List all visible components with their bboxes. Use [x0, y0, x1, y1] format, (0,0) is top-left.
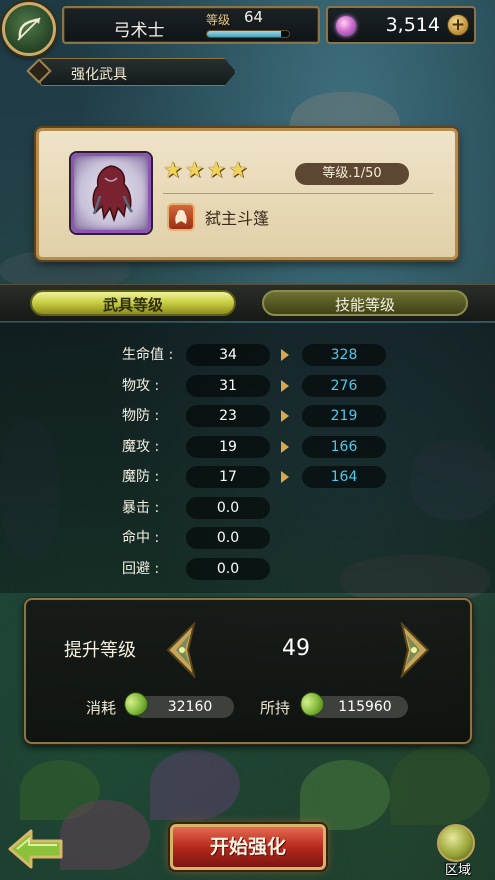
stat-current-value: 0.0: [186, 557, 270, 580]
stat-current-value: 19: [186, 435, 270, 458]
arrow-right-icon: [281, 471, 289, 483]
rarity-stars: ★ ★ ★ ★: [163, 159, 248, 183]
stats-panel: 生命值 : 34 328 物攻 : 31 276 物防 : 23 219 魔攻 : 19 166 魔防 …: [0, 323, 495, 593]
weapon-card: ★ ★ ★ ★ 等级.1/50 弑主斗篷: [36, 128, 458, 260]
chevron-left-icon: [166, 622, 196, 678]
background-leaf: [60, 800, 150, 870]
class-emblem[interactable]: [2, 2, 56, 56]
section-title-tab: 强化武具: [40, 58, 236, 86]
class-name: 弓术士: [113, 21, 165, 41]
stat-label: 物攻 :: [122, 377, 160, 394]
card-divider: [163, 193, 433, 194]
level-value: 64: [244, 8, 264, 26]
region-button[interactable]: 区域: [428, 820, 486, 878]
background-leaf: [300, 760, 390, 830]
stat-row: 命中 : 0.0: [0, 522, 495, 552]
stat-next-value: 219: [302, 405, 386, 427]
back-button[interactable]: [6, 828, 66, 870]
tab-weapon-level[interactable]: 武具等级: [30, 290, 236, 316]
arrow-right-icon: [281, 440, 289, 453]
background-leaf: [390, 745, 490, 825]
star-icon: ★: [206, 158, 227, 183]
stat-row: 魔攻 : 19 166: [0, 431, 495, 461]
star-icon: ★: [184, 158, 205, 183]
target-level-value: 49: [282, 636, 310, 661]
stat-next-value: 328: [302, 344, 386, 366]
armor-icon: [175, 210, 187, 224]
stat-label: 回避 :: [122, 560, 160, 577]
weapon-thumbnail[interactable]: [71, 153, 151, 233]
add-currency-button[interactable]: +: [447, 14, 469, 36]
arrow-right-icon: [281, 379, 289, 392]
currency-value: 3,514: [385, 14, 440, 36]
stat-current-value: 34: [186, 344, 270, 366]
tab-bar: 武具等级 技能等级: [0, 284, 495, 322]
arrow-right-icon: [281, 410, 289, 422]
weapon-name: 弑主斗篷: [205, 209, 270, 228]
section-title: 强化武具: [71, 67, 127, 83]
stat-current-value: 23: [186, 405, 270, 427]
arrow-right-icon: [281, 349, 289, 361]
xp-bar: [206, 30, 290, 38]
stat-label: 魔攻 :: [122, 438, 160, 455]
stat-next-value: 276: [302, 374, 386, 397]
globe-icon: [437, 824, 475, 862]
class-panel: 弓术士 等级 64: [62, 6, 320, 44]
stat-row: 魔防 : 17 164: [0, 461, 495, 491]
stat-row: 物攻 : 31 276: [0, 370, 495, 400]
tab-skill-level[interactable]: 技能等级: [262, 290, 468, 316]
chevron-right-icon: [400, 622, 430, 678]
stat-row: 暴击 : 0.0: [0, 492, 495, 522]
weapon-level: 等级.1/50: [295, 163, 409, 185]
bow-icon: [17, 17, 41, 41]
stat-row: 回避 : 0.0: [0, 553, 495, 583]
stat-current-value: 17: [186, 466, 270, 488]
region-label: 区域: [444, 863, 471, 878]
increase-level-button[interactable]: [398, 622, 432, 678]
decrease-level-button[interactable]: [164, 622, 198, 678]
cost-label: 消耗: [86, 699, 117, 717]
start-enhance-button[interactable]: 开始强化: [170, 824, 326, 870]
arrow-left-icon: [8, 829, 63, 869]
stat-next-value: 164: [302, 466, 386, 488]
stat-label: 生命值 :: [122, 347, 174, 363]
background-leaf: [150, 750, 240, 820]
xp-bar-fill: [207, 31, 281, 37]
stat-current-value: 0.0: [186, 527, 270, 549]
stat-row: 物防 : 23 219: [0, 400, 495, 430]
stat-next-value: 166: [302, 435, 386, 458]
upgrade-panel: 提升等级 49 消耗 32160 所持 115960: [24, 598, 472, 744]
level-label: 等级: [206, 13, 231, 27]
gem-icon: [336, 16, 356, 36]
cloak-type-icon: [167, 203, 195, 231]
stat-current-value: 0.0: [186, 496, 270, 519]
star-icon: ★: [163, 158, 183, 183]
stat-label: 命中 :: [122, 530, 160, 546]
owned-label: 所持: [260, 699, 291, 717]
top-bar: 弓术士 等级 64 3,514 +: [0, 0, 495, 56]
stat-label: 暴击 :: [122, 499, 160, 516]
stat-row: 生命值 : 34 328: [0, 339, 495, 369]
cloak-icon: [92, 165, 134, 223]
stat-label: 魔防 :: [122, 469, 160, 485]
currency-panel: 3,514 +: [326, 6, 476, 44]
stat-current-value: 31: [186, 374, 270, 397]
stat-label: 物防 :: [122, 408, 160, 424]
star-icon: ★: [228, 158, 248, 183]
upgrade-level-label: 提升等级: [64, 640, 136, 661]
